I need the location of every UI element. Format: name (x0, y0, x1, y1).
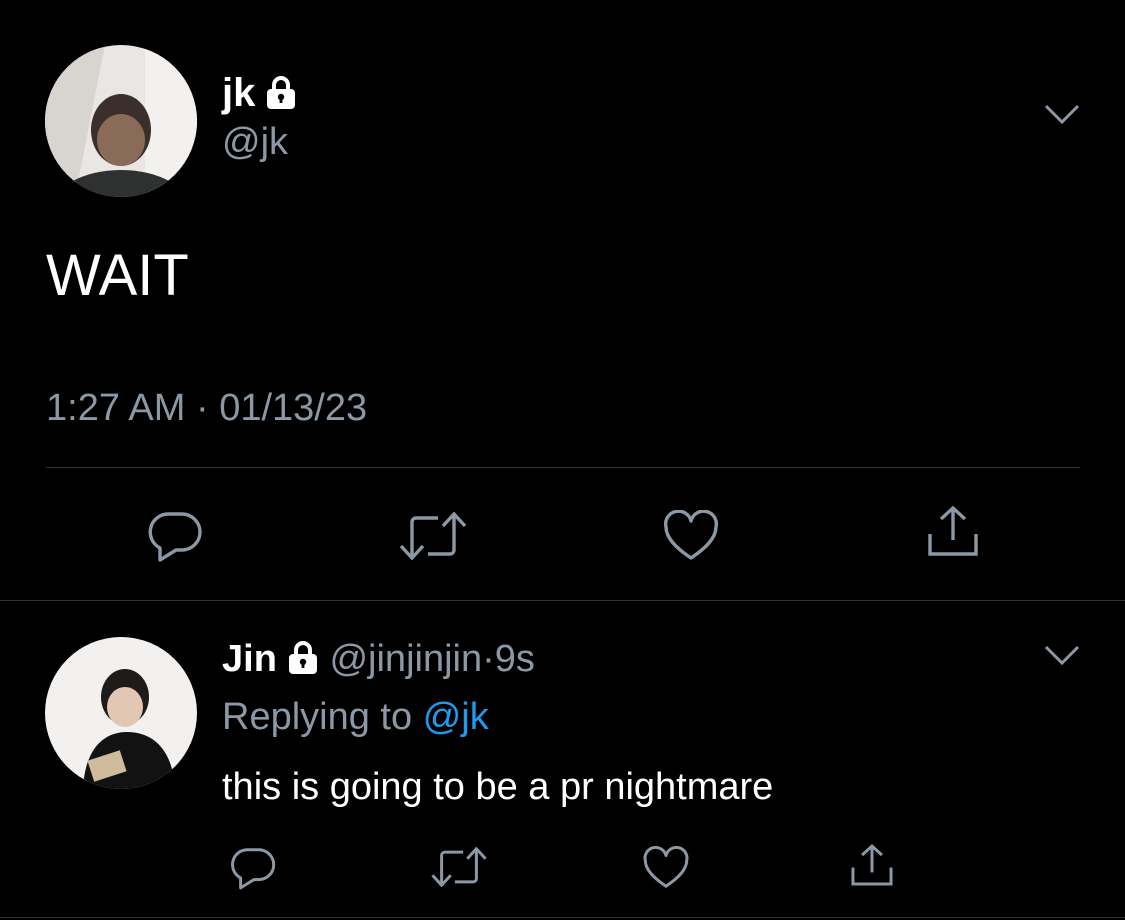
avatar-jk[interactable] (45, 45, 197, 197)
display-name[interactable]: jk (222, 70, 297, 119)
replying-to-label: Replying to (222, 696, 413, 738)
display-name-text: jk (222, 71, 256, 115)
timestamp[interactable]: 1:27 AM · 01/13/23 (46, 386, 367, 430)
divider (0, 917, 1125, 918)
retweet-icon[interactable] (398, 512, 468, 560)
replying-to-mention[interactable]: @jk (423, 696, 489, 738)
reply-display-name[interactable]: Jin (222, 638, 277, 680)
reply-icon[interactable] (229, 846, 277, 890)
avatar-jin[interactable] (45, 637, 197, 789)
like-icon[interactable] (642, 846, 690, 890)
reply-age: 9s (494, 638, 535, 680)
like-icon[interactable] (662, 510, 720, 562)
chevron-down-icon[interactable] (1042, 643, 1082, 669)
reply-username[interactable]: @jinjinjin (329, 638, 482, 680)
reply-header[interactable]: Jin @jinjinjin·9s (222, 636, 535, 685)
divider (46, 467, 1080, 468)
share-icon[interactable] (924, 504, 982, 558)
lock-icon (265, 73, 297, 119)
separator: · (482, 638, 495, 680)
separator: · (195, 387, 209, 429)
lock-icon (287, 639, 319, 685)
retweet-icon[interactable] (430, 847, 488, 887)
divider (0, 600, 1125, 601)
share-icon[interactable] (848, 842, 896, 888)
date: 01/13/23 (219, 387, 368, 429)
chevron-down-icon[interactable] (1042, 102, 1082, 128)
username[interactable]: @jk (222, 120, 288, 164)
time: 1:27 AM (46, 387, 186, 429)
tweet-text: WAIT (46, 243, 189, 308)
replying-to: Replying to @jk (222, 694, 489, 740)
reply-text: this is going to be a pr nightmare (222, 766, 774, 808)
reply-icon[interactable] (146, 510, 204, 562)
